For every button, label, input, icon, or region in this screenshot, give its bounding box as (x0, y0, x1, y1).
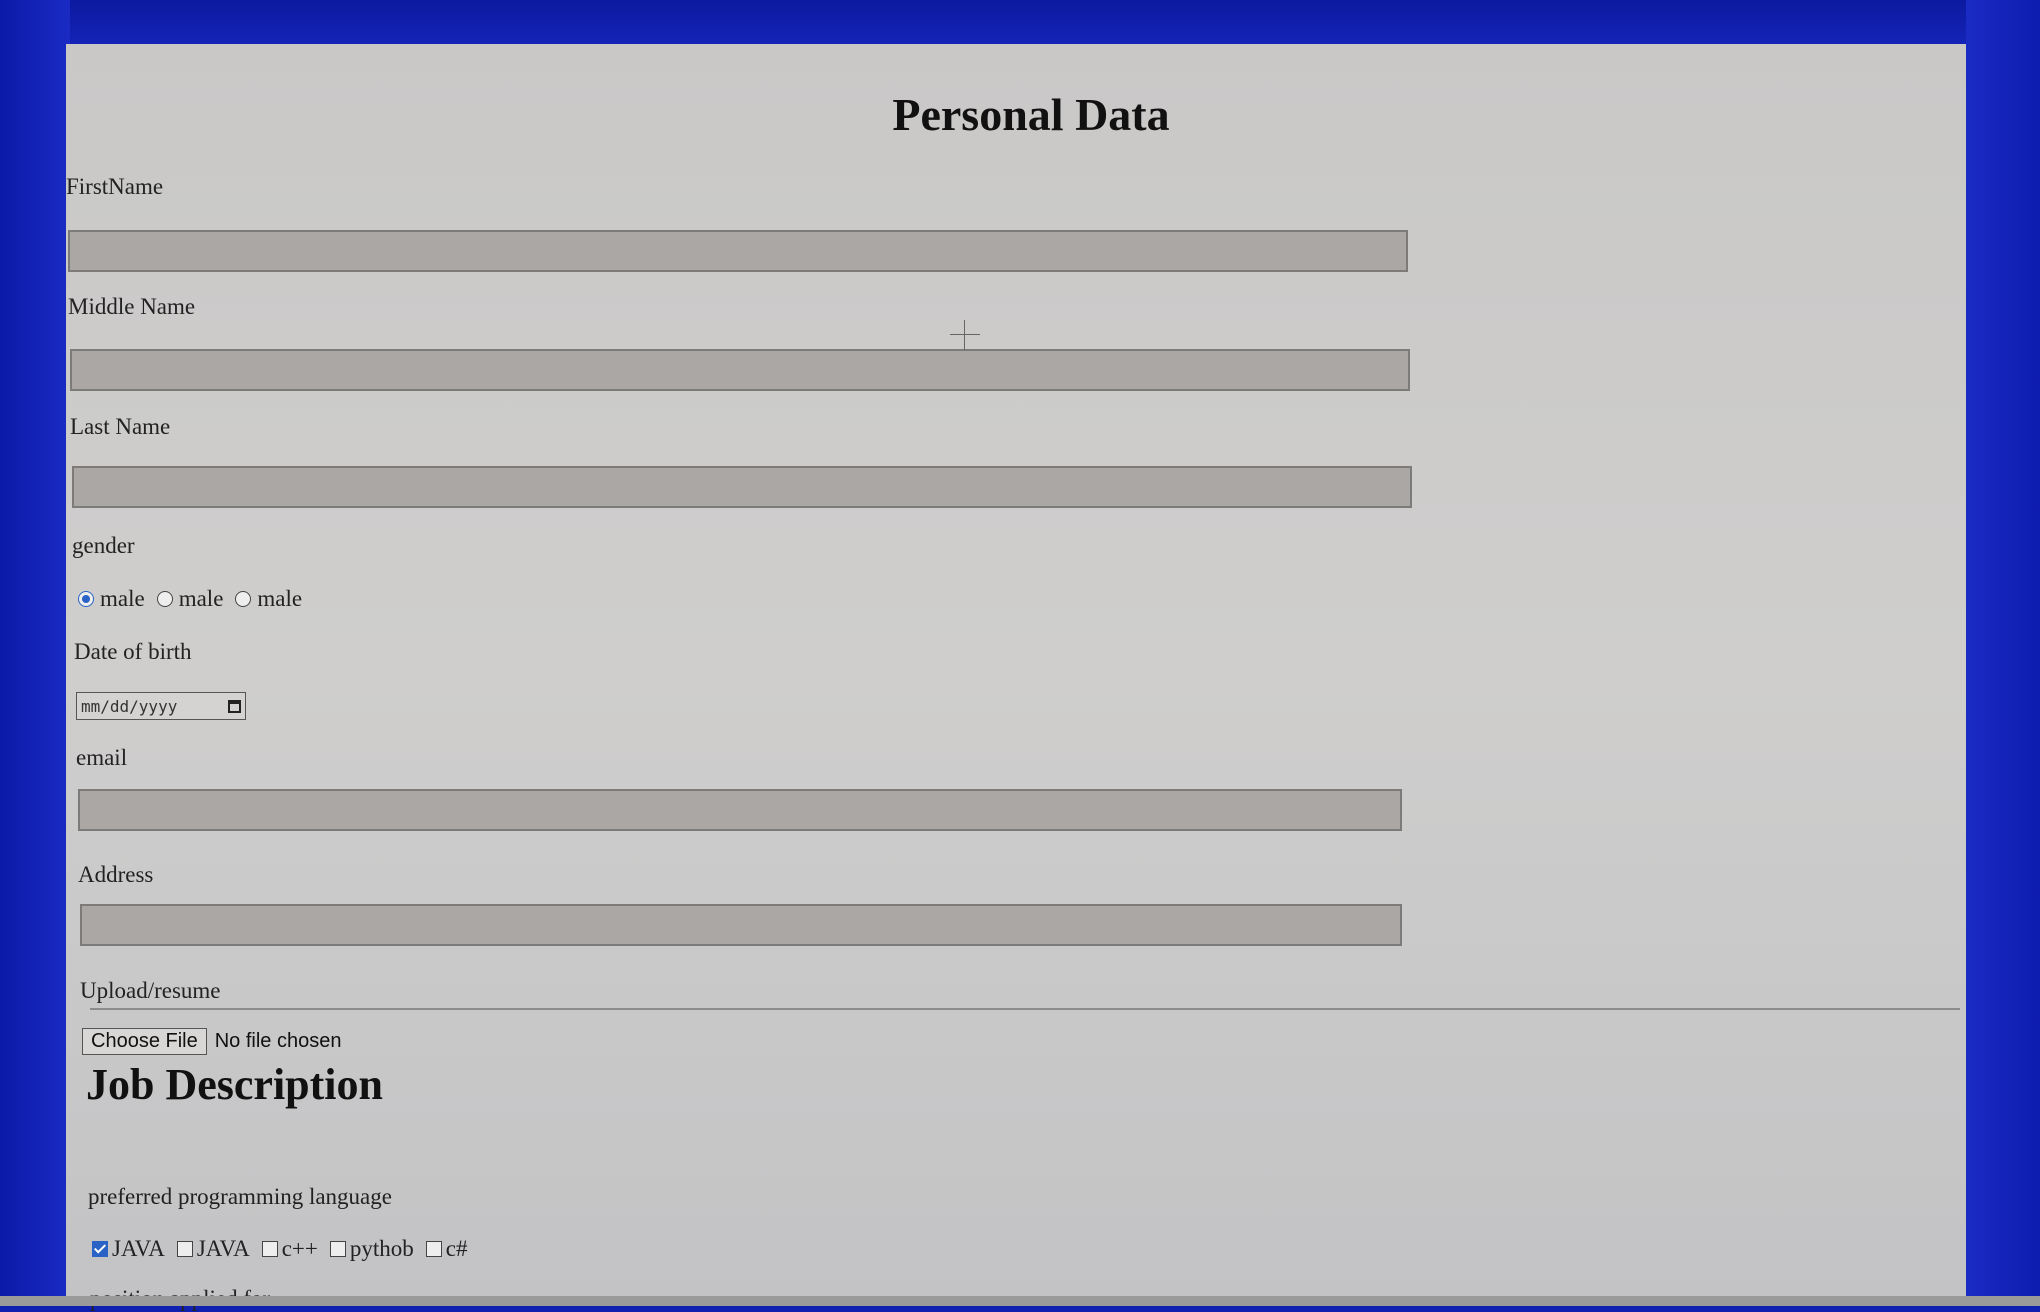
address-label: Address (78, 862, 154, 887)
radio-button[interactable] (235, 591, 252, 607)
last-name-input[interactable] (72, 466, 1412, 508)
checkbox[interactable] (92, 1241, 108, 1257)
file-upload: Choose File No file chosen (82, 1028, 341, 1055)
screen-bezel-top (0, 0, 2040, 48)
email-input[interactable] (78, 789, 1402, 831)
language-checkbox-group: JAVA JAVA c++ pythob c# (92, 1236, 479, 1262)
radio-button[interactable] (78, 591, 94, 607)
upload-resume-label: Upload/resume (80, 978, 221, 1003)
gender-option-1[interactable]: male (78, 586, 145, 612)
screen-bezel-right (1966, 0, 2040, 1306)
programming-language-label: preferred programming language (88, 1184, 392, 1209)
calendar-icon[interactable] (228, 699, 241, 713)
checkbox[interactable] (425, 1241, 442, 1257)
checkbox[interactable] (329, 1241, 346, 1257)
dob-label: Date of birth (74, 639, 192, 664)
mouse-cursor-crosshair (950, 320, 980, 350)
language-option-cpp[interactable]: c++ (261, 1236, 318, 1262)
checkbox[interactable] (176, 1241, 193, 1257)
dob-placeholder: mm/dd/yyyy (81, 696, 178, 716)
choose-file-button[interactable]: Choose File (82, 1028, 207, 1055)
gender-option-2[interactable]: male (156, 586, 223, 612)
middle-name-input[interactable] (70, 349, 1410, 391)
radio-button[interactable] (156, 591, 173, 607)
gender-label: gender (72, 533, 135, 558)
screen-bottom-edge (0, 1296, 2040, 1306)
middle-name-label: Middle Name (68, 294, 196, 319)
no-file-text: No file chosen (214, 1030, 342, 1052)
language-option-python[interactable]: pythob (329, 1236, 414, 1262)
language-option-java-2[interactable]: JAVA (176, 1236, 250, 1262)
language-option-java[interactable]: JAVA (92, 1236, 165, 1262)
section-divider (90, 1008, 1960, 1010)
first-name-label: FirstName (66, 174, 164, 199)
first-name-input[interactable] (68, 230, 1408, 272)
gender-option-3[interactable]: male (235, 586, 302, 612)
checkbox[interactable] (261, 1241, 278, 1257)
last-name-label: Last Name (70, 414, 171, 439)
address-input[interactable] (80, 904, 1402, 946)
email-label: email (76, 745, 128, 770)
form-page: Personal Data FirstName Middle Name Last… (66, 44, 1966, 1311)
language-option-csharp[interactable]: c# (425, 1236, 467, 1262)
job-description-heading: Job Description (86, 1060, 383, 1109)
page-title: Personal Data (892, 89, 1170, 140)
screen-bezel-left (0, 0, 70, 1306)
dob-input[interactable]: mm/dd/yyyy (76, 692, 246, 720)
gender-radio-group: male male male (78, 586, 314, 612)
